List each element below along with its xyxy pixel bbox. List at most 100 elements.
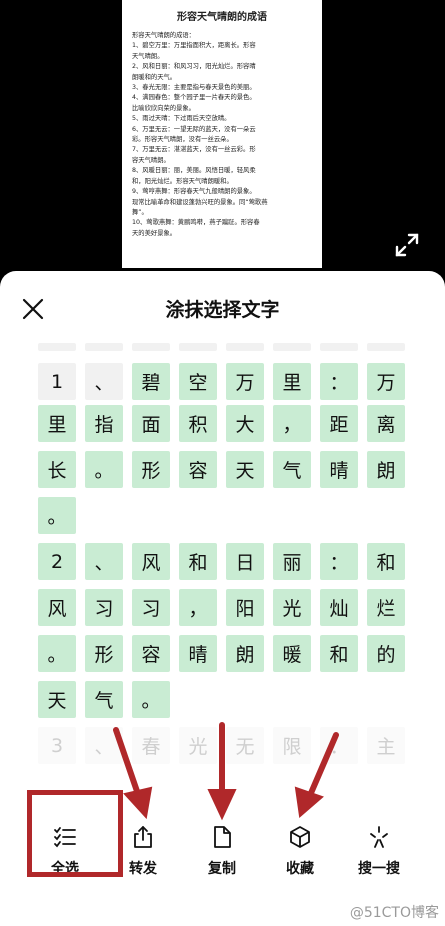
char-chip[interactable]: 3 xyxy=(38,727,76,764)
search-sparkle-icon xyxy=(370,826,388,848)
char-chip[interactable]: 、 xyxy=(85,727,123,764)
share-icon xyxy=(134,826,152,848)
document-line: 9、莺哼燕舞：形容春天气九般晴朗的景象。 xyxy=(132,188,256,196)
char-chip-partial xyxy=(38,343,76,351)
char-chip[interactable]: 积 xyxy=(179,405,217,442)
char-chip[interactable]: 。 xyxy=(132,681,170,718)
char-chip[interactable]: 面 xyxy=(132,405,170,442)
char-chip[interactable]: 天 xyxy=(38,681,76,718)
document-line: 现常比喻革命和建设蓬勃兴旺的景象。同“莺歌燕 xyxy=(132,198,268,206)
char-row: 3、春光无限：主 xyxy=(38,727,405,764)
char-chip[interactable]: 。 xyxy=(85,451,123,488)
char-chip[interactable]: 和 xyxy=(320,635,358,672)
char-chip[interactable]: ： xyxy=(320,543,358,580)
char-chip[interactable]: 和 xyxy=(179,543,217,580)
char-chip[interactable]: 形 xyxy=(132,451,170,488)
char-chip[interactable]: 日 xyxy=(226,543,264,580)
char-chip[interactable]: 习 xyxy=(132,589,170,626)
char-chip-partial xyxy=(179,343,217,351)
char-chip[interactable]: 、 xyxy=(85,363,123,400)
document-line: 6、万里无云：一望无际的蓝天，没有一朵云 xyxy=(132,125,256,133)
char-chip[interactable]: 天 xyxy=(226,451,264,488)
char-chip[interactable]: 灿 xyxy=(320,589,358,626)
document-line: 和，阳光灿烂。形容天气晴朗暖和。 xyxy=(132,177,233,185)
char-chip[interactable]: 气 xyxy=(85,681,123,718)
char-chip-partial xyxy=(132,343,170,351)
char-chip[interactable]: 形 xyxy=(85,635,123,672)
char-chip[interactable]: ， xyxy=(273,405,311,442)
char-chip[interactable]: 朗 xyxy=(226,635,264,672)
char-row: 里指面积大，距离 xyxy=(38,405,405,442)
char-chip[interactable]: 风 xyxy=(132,543,170,580)
char-chip[interactable]: 光 xyxy=(273,589,311,626)
char-chip[interactable]: ， xyxy=(179,589,217,626)
char-chip[interactable]: 。 xyxy=(38,635,76,672)
document-line: 朗暖和的天气。 xyxy=(132,73,177,81)
char-chip-partial xyxy=(367,343,405,351)
copy-button[interactable]: 复制 xyxy=(182,818,262,888)
char-chip[interactable]: 习 xyxy=(85,589,123,626)
char-chip[interactable]: 光 xyxy=(179,727,217,764)
char-chip[interactable]: 晴 xyxy=(179,635,217,672)
expand-icon[interactable] xyxy=(393,231,421,259)
share-label: 转发 xyxy=(129,861,157,877)
document-line: 2、风和日丽：和风习习，阳光灿烂。形容晴 xyxy=(132,63,256,71)
char-chip[interactable]: 无 xyxy=(226,727,264,764)
char-chip[interactable]: 离 xyxy=(367,405,405,442)
char-chip-partial xyxy=(320,343,358,351)
document-line: 天气晴朗。 xyxy=(132,52,164,60)
char-chip[interactable]: 大 xyxy=(226,405,264,442)
char-chip[interactable]: 容 xyxy=(132,635,170,672)
document-line: 1、碧空万里：万里指面积大，距离长。形容 xyxy=(132,42,256,50)
char-chip-partial xyxy=(226,343,264,351)
favorite-button[interactable]: 收藏 xyxy=(260,818,340,888)
watermark: @51CTO博客 xyxy=(349,905,439,921)
char-row: 风习习，阳光灿烂 xyxy=(38,589,405,626)
char-chip[interactable]: 长 xyxy=(38,451,76,488)
char-chip[interactable]: 容 xyxy=(179,451,217,488)
char-chip[interactable]: 限 xyxy=(273,727,311,764)
char-chip[interactable]: 的 xyxy=(367,635,405,672)
copy-icon xyxy=(214,826,231,848)
char-chip-partial xyxy=(273,343,311,351)
document-preview[interactable]: 形容天气晴朗的成语 形容天气晴朗的成语： 1、碧空万里：万里指面积大，距离长。形容… xyxy=(122,0,322,268)
char-row: 。形容晴朗暖和的 xyxy=(38,635,405,672)
char-chip[interactable]: 气 xyxy=(273,451,311,488)
document-line: 7、万里无云：湛湛蓝天，没有一丝云彩。形 xyxy=(132,146,256,154)
char-chip[interactable]: 、 xyxy=(85,543,123,580)
search-label: 搜一搜 xyxy=(358,861,400,877)
char-chip[interactable]: 暖 xyxy=(273,635,311,672)
char-chip[interactable]: 1 xyxy=(38,363,76,400)
char-chip[interactable]: 碧 xyxy=(132,363,170,400)
char-chip[interactable]: 空 xyxy=(179,363,217,400)
char-chip[interactable]: ： xyxy=(320,727,358,764)
document-line: 10、莺歌燕舞：黄鹂鸣啭，燕子蹁跹。形容春 xyxy=(132,219,260,227)
document-line: 彩。形容天气晴朗，没有一丝云朵。 xyxy=(132,136,233,144)
copy-label: 复制 xyxy=(208,861,236,877)
char-chip[interactable]: 朗 xyxy=(367,451,405,488)
search-button[interactable]: 搜一搜 xyxy=(339,818,419,888)
char-chip[interactable]: ： xyxy=(320,363,358,400)
char-chip[interactable]: 指 xyxy=(85,405,123,442)
char-chip[interactable]: 2 xyxy=(38,543,76,580)
char-chip[interactable]: 主 xyxy=(367,727,405,764)
char-chip[interactable]: 万 xyxy=(367,363,405,400)
document-line: 容天气晴朗。 xyxy=(132,156,170,164)
char-chip[interactable]: 。 xyxy=(38,497,76,534)
char-chip[interactable]: 阳 xyxy=(226,589,264,626)
document-line: 5、雨过天晴：下过雨后天空放晴。 xyxy=(132,115,231,123)
char-chip[interactable]: 烂 xyxy=(367,589,405,626)
char-chip[interactable]: 万 xyxy=(226,363,264,400)
char-chip[interactable]: 距 xyxy=(320,405,358,442)
char-chip[interactable]: 和 xyxy=(367,543,405,580)
char-chip[interactable]: 里 xyxy=(273,363,311,400)
char-chip[interactable]: 晴 xyxy=(320,451,358,488)
document-line: 比喻欣欣向荣的景象。 xyxy=(132,104,195,112)
document-title: 形容天气晴朗的成语 xyxy=(177,12,267,23)
character-grid[interactable]: 1、碧空万里：万里指面积大，距离长。形容天气晴朗。 2、风和日丽：和风习习，阳光灿… xyxy=(0,343,445,783)
char-chip[interactable]: 里 xyxy=(38,405,76,442)
char-chip[interactable]: 风 xyxy=(38,589,76,626)
char-chip[interactable]: 丽 xyxy=(273,543,311,580)
char-chip[interactable]: 春 xyxy=(132,727,170,764)
favorite-label: 收藏 xyxy=(286,861,314,877)
